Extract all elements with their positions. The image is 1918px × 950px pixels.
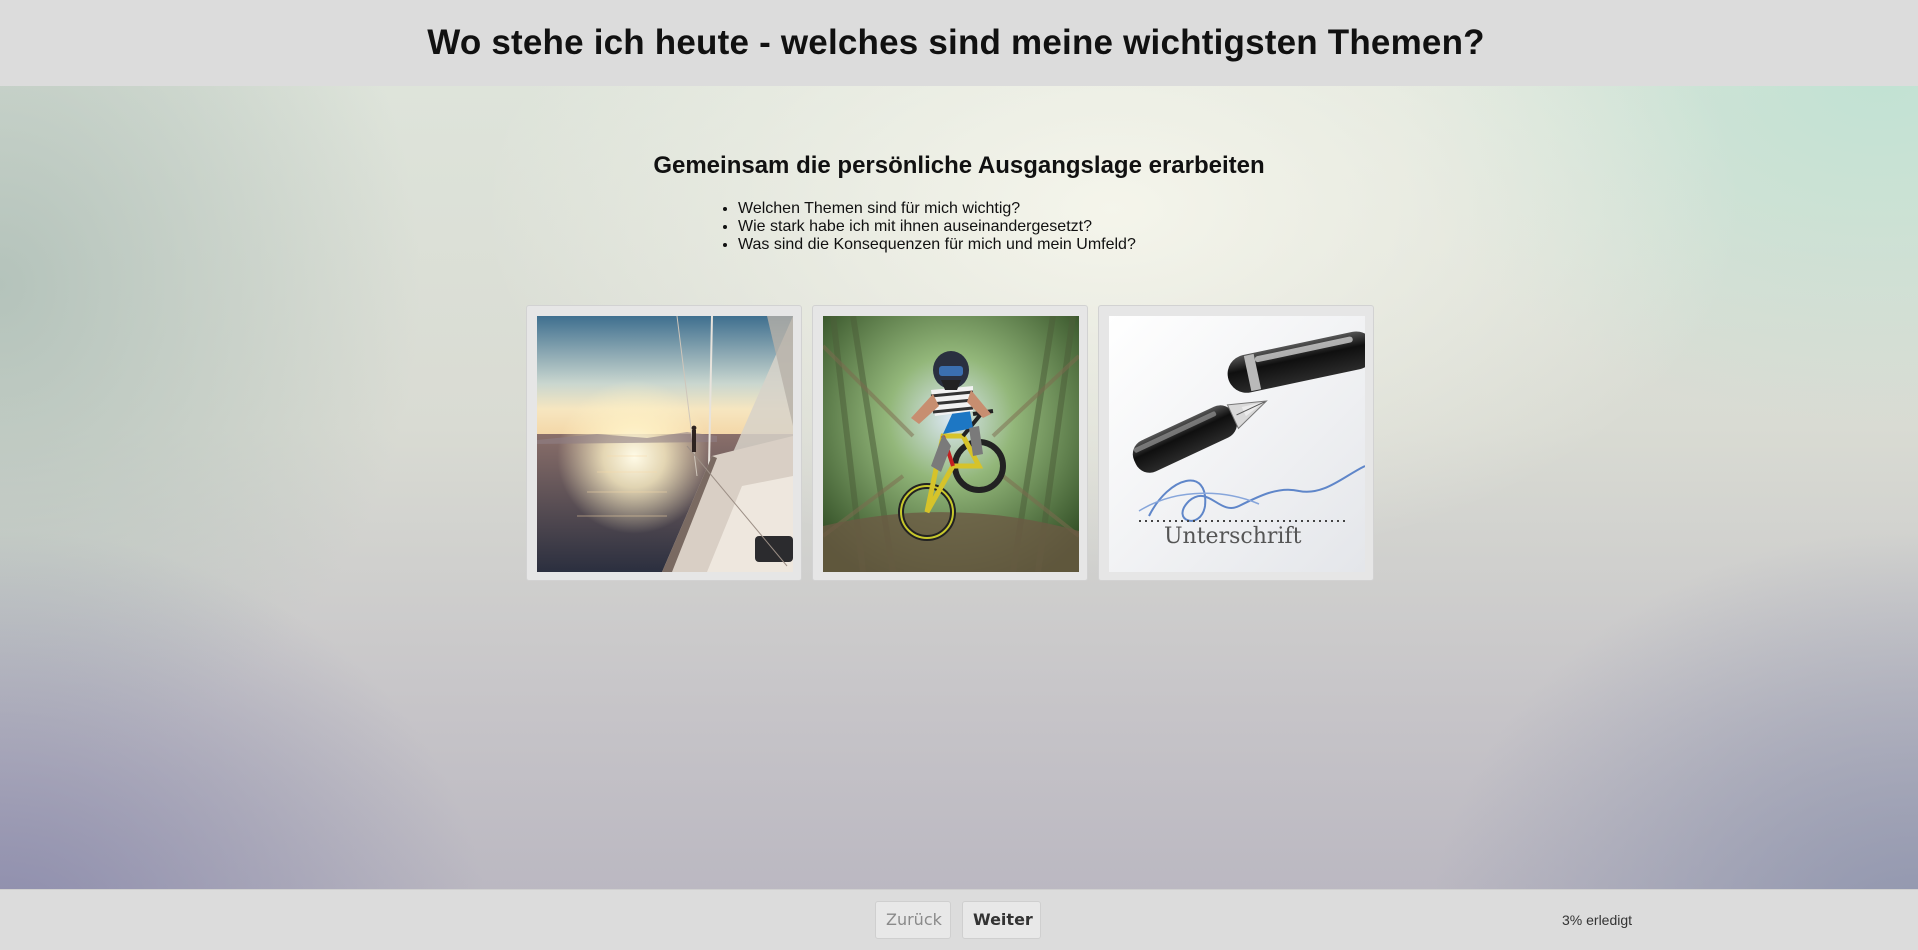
- image-card-sailing[interactable]: [526, 305, 802, 581]
- page-header: Wo stehe ich heute - welches sind meine …: [0, 0, 1918, 86]
- mountain-biker-image: [823, 316, 1079, 572]
- image-card-biking[interactable]: [812, 305, 1088, 581]
- unterschrift-caption: Unterschrift: [1164, 524, 1302, 549]
- sailboat-sunset-image: [537, 316, 793, 572]
- bullet-item: Wie stark habe ich mit ihnen auseinander…: [738, 218, 1136, 236]
- back-button[interactable]: Zurück: [875, 901, 951, 939]
- image-choice-row: Unterschrift: [526, 305, 1374, 581]
- next-button[interactable]: Weiter: [962, 901, 1041, 939]
- page-title: Wo stehe ich heute - welches sind meine …: [427, 23, 1485, 62]
- fountain-pen-signature-image: Unterschrift: [1109, 316, 1365, 572]
- progress-text: 3% erledigt: [1562, 912, 1633, 928]
- bullet-item: Welchen Themen sind für mich wichtig?: [738, 200, 1136, 218]
- bullet-item: Was sind die Konsequenzen für mich und m…: [738, 236, 1136, 254]
- page-footer: Zurück Weiter 3% erledigt: [0, 889, 1918, 950]
- bullet-list: Welchen Themen sind für mich wichtig? Wi…: [722, 200, 1136, 254]
- image-card-signature[interactable]: Unterschrift: [1098, 305, 1374, 581]
- section-subtitle: Gemeinsam die persönliche Ausgangslage e…: [653, 152, 1265, 179]
